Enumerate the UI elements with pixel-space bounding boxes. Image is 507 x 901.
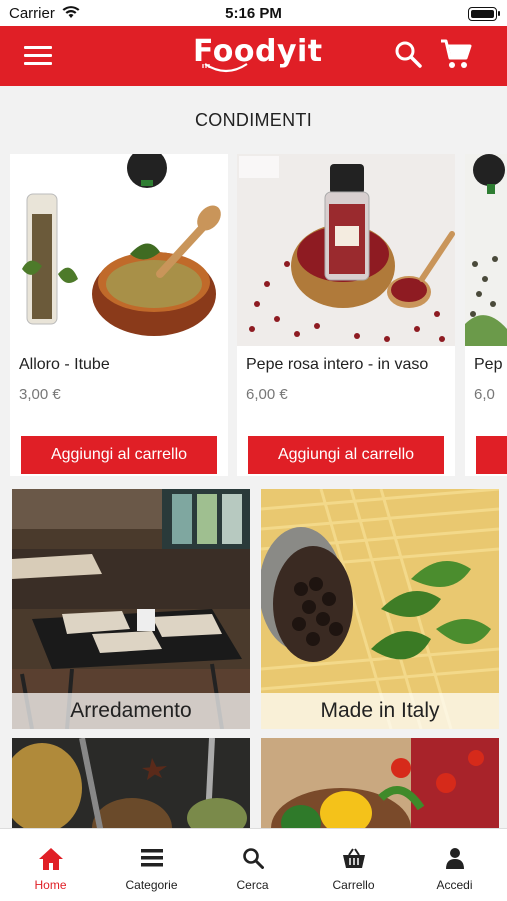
hamburger-menu-button[interactable]	[22, 42, 54, 70]
tab-label: Accedi	[436, 878, 473, 892]
menu-line	[24, 46, 52, 49]
menu-line	[24, 62, 52, 65]
tab-accedi[interactable]: Accedi	[404, 829, 505, 901]
search-icon	[395, 41, 422, 68]
search-button[interactable]	[394, 40, 422, 73]
bottom-tab-bar: Home Categorie Cerca Carrello Accedi	[0, 828, 507, 901]
product-name: Pep	[474, 356, 503, 373]
product-card[interactable]: Alloro - Itube 3,00 € Aggiungi al carrel…	[10, 154, 228, 476]
category-label: Arredamento	[12, 693, 250, 729]
clock: 5:16 PM	[225, 5, 282, 22]
product-price: 6,00 €	[246, 386, 288, 403]
menu-icon	[101, 847, 202, 873]
section-title: CONDIMENTI	[195, 110, 312, 130]
product-card[interactable]: Pepe rosa intero - in vaso 6,00 € Aggiun…	[237, 154, 455, 476]
add-to-cart-button[interactable]	[476, 436, 507, 474]
tab-label: Home	[34, 878, 67, 892]
battery-icon	[468, 7, 500, 21]
category-image	[12, 738, 250, 838]
tab-categorie[interactable]: Categorie	[101, 829, 202, 901]
product-name: Alloro - Itube	[19, 356, 110, 373]
tab-cerca[interactable]: Cerca	[202, 829, 303, 901]
product-carousel[interactable]: Alloro - Itube 3,00 € Aggiungi al carrel…	[0, 154, 507, 476]
product-image	[237, 154, 455, 346]
product-name: Pepe rosa intero - in vaso	[246, 356, 429, 373]
category-tile-arredamento[interactable]: Arredamento	[12, 489, 250, 729]
tab-label: Categorie	[125, 878, 178, 892]
basket-icon	[303, 847, 404, 873]
cart-button[interactable]	[440, 38, 472, 75]
status-bar: Carrier 5:16 PM	[0, 0, 507, 26]
product-image	[465, 154, 507, 346]
category-image	[261, 738, 499, 838]
tab-carrello[interactable]: Carrello	[303, 829, 404, 901]
product-card[interactable]: Pep 6,0	[465, 154, 507, 476]
search-icon	[202, 847, 303, 873]
category-tile-made-in-italy[interactable]: Made in Italy	[261, 489, 499, 729]
product-image	[10, 154, 228, 346]
add-to-cart-button[interactable]: Aggiungi al carrello	[248, 436, 444, 474]
app-header: Foodyit	[0, 26, 507, 86]
fork-icon	[202, 63, 248, 73]
foodyit-logo[interactable]: Foodyit	[193, 34, 322, 80]
menu-line	[24, 54, 52, 57]
add-to-cart-button[interactable]: Aggiungi al carrello	[21, 436, 217, 474]
user-icon	[404, 847, 505, 873]
tab-home[interactable]: Home	[0, 829, 101, 901]
product-price: 3,00 €	[19, 386, 61, 403]
category-tile-spezie[interactable]	[12, 738, 250, 838]
cart-icon	[441, 39, 472, 68]
tab-label: Cerca	[236, 878, 269, 892]
home-icon	[0, 847, 101, 873]
product-price: 6,0	[474, 386, 495, 403]
category-label: Made in Italy	[261, 693, 499, 729]
tab-label: Carrello	[332, 878, 375, 892]
category-tile-verdure[interactable]	[261, 738, 499, 838]
